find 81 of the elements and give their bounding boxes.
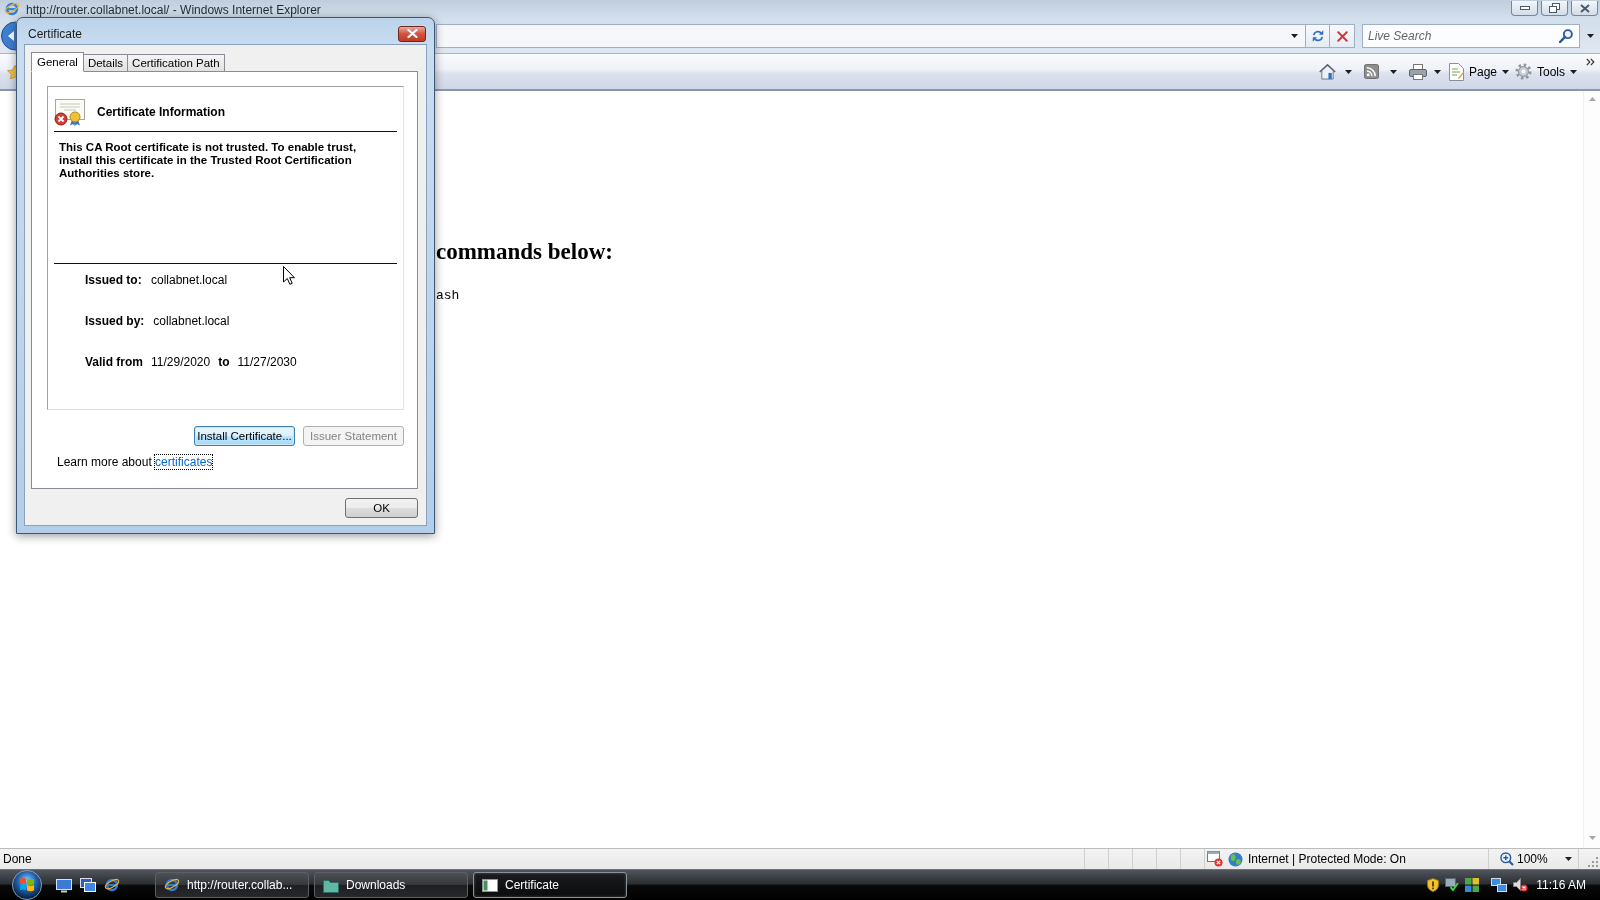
security-zone-text[interactable]: Internet | Protected Mode: On xyxy=(1248,852,1406,866)
field-value: collabnet.local xyxy=(151,274,228,287)
restore-button[interactable] xyxy=(1541,1,1568,16)
scroll-down-icon xyxy=(1588,836,1596,840)
resize-grip-icon[interactable] xyxy=(1588,857,1598,867)
minimize-icon[interactable] xyxy=(1519,6,1530,10)
computer-check-icon[interactable] xyxy=(1445,878,1460,892)
close-button[interactable] xyxy=(1571,1,1598,16)
shield-warning-icon[interactable] xyxy=(1427,878,1440,892)
caret-icon[interactable] xyxy=(1570,69,1577,74)
zoom-icon[interactable] xyxy=(1500,852,1514,866)
code-text: ash xyxy=(436,288,460,303)
caret-icon[interactable] xyxy=(1389,69,1397,74)
refresh-icon[interactable] xyxy=(1310,29,1325,43)
field-label: Issued by: xyxy=(85,315,145,328)
taskbar-button[interactable]: Downloads xyxy=(314,872,468,898)
gear-icon[interactable] xyxy=(1515,63,1532,80)
help-link[interactable]: certificates xyxy=(155,455,213,469)
back-icon[interactable] xyxy=(0,21,16,51)
network-icon[interactable] xyxy=(1491,878,1508,892)
close-icon[interactable] xyxy=(1579,3,1590,13)
field-label: Valid from xyxy=(85,356,143,369)
menu-button[interactable]: Page xyxy=(1448,62,1509,81)
window-switch-icon[interactable] xyxy=(80,878,96,892)
caret-icon[interactable] xyxy=(1344,69,1352,74)
tab[interactable]: Certification Path xyxy=(127,54,225,72)
speaker-muted-icon[interactable] xyxy=(1513,878,1529,892)
info-heading: Certificate Information xyxy=(97,105,225,119)
star-icon[interactable] xyxy=(7,64,16,79)
taskbar-button[interactable]: http://router.collab... xyxy=(155,872,309,898)
desktop-icon[interactable] xyxy=(56,877,72,893)
stop-icon[interactable] xyxy=(1336,30,1348,42)
caret-icon[interactable] xyxy=(1291,34,1298,38)
field-value: collabnet.local xyxy=(153,315,230,328)
caret-icon[interactable] xyxy=(1433,69,1441,74)
clock[interactable]: 11:16 AM xyxy=(1536,878,1586,892)
ok-button[interactable]: OK xyxy=(345,498,418,518)
status-text: Done xyxy=(3,852,32,866)
browser-logo-icon xyxy=(4,1,20,17)
popup-blocked-icon[interactable] xyxy=(1207,851,1223,867)
dialog-button[interactable]: Install Certificate... xyxy=(194,426,295,446)
cursor-icon xyxy=(283,266,295,285)
caret-icon[interactable] xyxy=(1502,69,1509,74)
start-orb-icon[interactable] xyxy=(12,870,42,900)
tiles-icon[interactable] xyxy=(1465,878,1480,892)
field-label: to xyxy=(218,356,230,369)
dialog-title: Certificate xyxy=(28,26,83,41)
search-icon[interactable] xyxy=(1559,29,1573,43)
tab[interactable]: Details xyxy=(82,54,129,72)
globe-icon xyxy=(1228,851,1243,867)
field-label: Issued to: xyxy=(85,274,142,287)
feed-icon[interactable] xyxy=(1363,64,1379,79)
scroll-up-icon xyxy=(1588,97,1596,101)
refresh-button[interactable] xyxy=(1305,24,1330,48)
date-value: 11/27/2030 xyxy=(237,356,297,369)
address-field[interactable] xyxy=(436,24,1305,48)
window-title: http://router.collabnet.local/ - Windows Internet Explorer xyxy=(26,3,321,17)
taskbar-button[interactable]: Certificate xyxy=(473,872,627,898)
close-button[interactable] xyxy=(398,25,426,42)
page-heading: commands below: xyxy=(436,238,613,266)
browser-logo-icon[interactable] xyxy=(164,877,180,893)
restore-icon[interactable] xyxy=(1549,3,1560,13)
stop-button[interactable] xyxy=(1330,24,1355,48)
browser-logo-icon[interactable] xyxy=(104,877,120,893)
tab[interactable]: General xyxy=(31,52,84,72)
date-value: 11/29/2020 xyxy=(151,356,211,369)
home-icon[interactable] xyxy=(1318,63,1336,80)
zoom-level[interactable]: 100% xyxy=(1517,852,1548,866)
page-icon[interactable] xyxy=(1448,62,1464,81)
trust-message: This CA Root certificate is not trusted. To enable trust, install this certificate in the Trusted Root Certification Authorities store. xyxy=(59,141,358,180)
caret-icon[interactable] xyxy=(1587,34,1594,38)
minimize-button[interactable] xyxy=(1511,1,1538,16)
learn-more-text: Learn more about certificates xyxy=(57,455,213,469)
caret-icon[interactable] xyxy=(1564,857,1572,861)
search-field[interactable]: Live Search xyxy=(1362,24,1580,48)
menu-button[interactable]: Tools xyxy=(1515,63,1577,80)
window-icon[interactable] xyxy=(482,878,498,892)
certificate-error-icon xyxy=(54,98,86,126)
folder-icon[interactable] xyxy=(323,877,339,893)
chevron-icon[interactable] xyxy=(1586,58,1595,66)
print-icon[interactable] xyxy=(1408,63,1427,80)
